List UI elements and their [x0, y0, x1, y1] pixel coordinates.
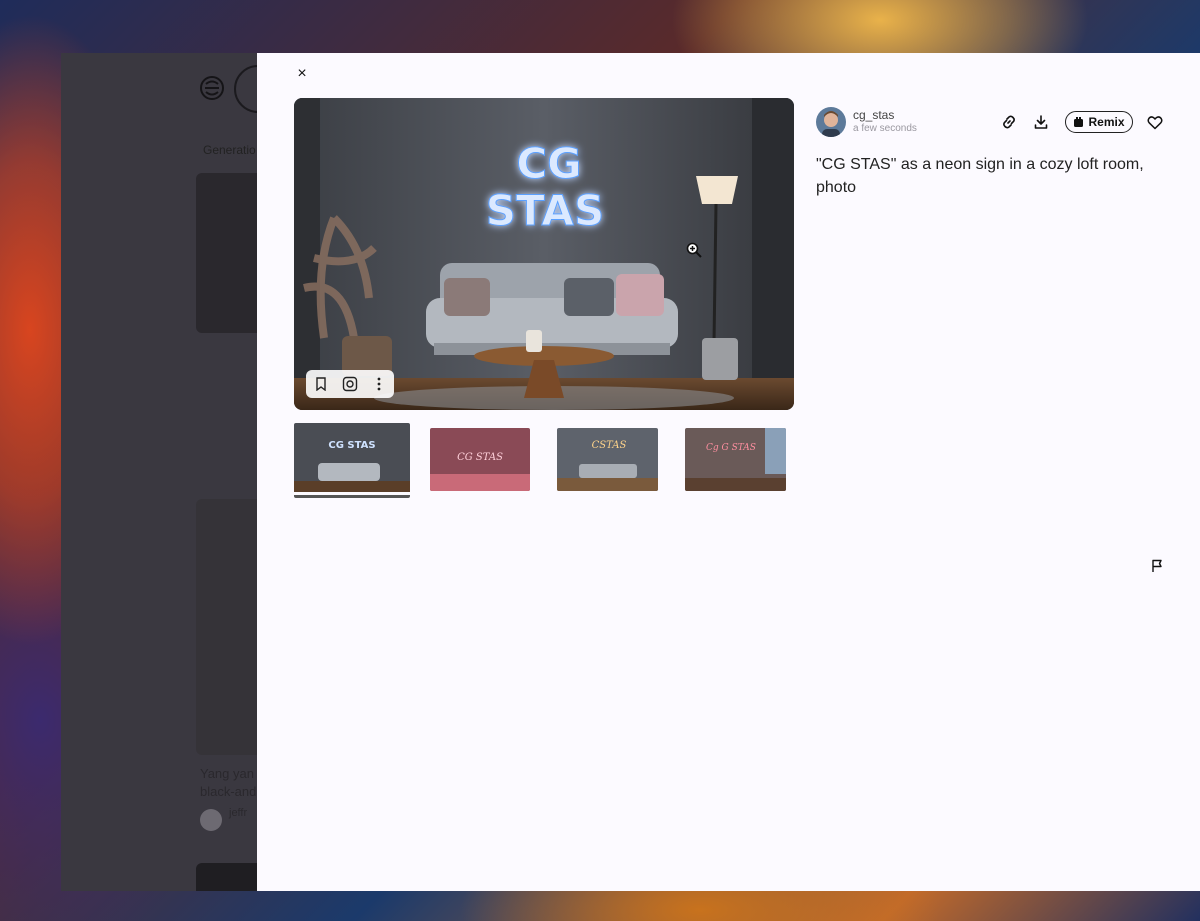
thumbnail-2-text: CG STAS — [457, 452, 503, 463]
thumbnail-3-text: CSTAS — [592, 440, 627, 451]
download-icon — [1034, 115, 1048, 129]
thumbnail-1-text: CG STAS — [328, 440, 375, 451]
image-toolbar — [306, 370, 394, 398]
zoom-in-icon — [686, 242, 702, 258]
more-options-button[interactable] — [369, 374, 389, 394]
thumbnail-1[interactable]: CG STAS — [294, 423, 410, 498]
app-logo-icon — [197, 73, 227, 103]
neon-sign-line2: STAS — [486, 186, 604, 235]
bg-card-username: jeffr — [229, 807, 248, 819]
bookmark-icon — [315, 377, 326, 391]
like-button[interactable] — [1145, 112, 1165, 132]
copy-link-button[interactable] — [999, 112, 1019, 132]
heart-icon — [1147, 115, 1163, 129]
image-search-button[interactable] — [340, 374, 360, 394]
prompt-text: "CG STAS" as a neon sign in a cozy loft … — [816, 156, 1144, 196]
thumbnail-2[interactable]: CG STAS — [430, 428, 530, 491]
bg-tab-generations: Generatio — [203, 143, 256, 157]
bookmark-button[interactable] — [311, 374, 331, 394]
camera-search-icon — [342, 376, 358, 392]
remix-label: Remix — [1088, 115, 1125, 129]
more-vertical-icon — [377, 377, 381, 391]
close-icon: × — [297, 65, 307, 82]
download-button[interactable] — [1031, 112, 1051, 132]
thumbnail-4[interactable]: Cg G STAS — [685, 428, 786, 491]
image-detail-modal: × CG STAS CG STAS CG STAS CSTAS Cg G STA… — [257, 53, 1200, 891]
author-avatar[interactable] — [816, 107, 846, 137]
report-button[interactable] — [1147, 556, 1167, 576]
post-timestamp: a few seconds — [853, 123, 917, 134]
neon-sign-line1: CG — [516, 139, 581, 188]
flag-icon — [1152, 559, 1162, 572]
main-image[interactable]: CG STAS — [294, 98, 794, 410]
close-button[interactable]: × — [293, 65, 311, 83]
thumbnail-3[interactable]: CSTAS — [557, 428, 658, 491]
bg-user-avatar — [200, 809, 222, 831]
link-icon — [1003, 115, 1015, 129]
author-name[interactable]: cg_stas — [853, 108, 894, 122]
thumbnail-4-text: Cg G STAS — [706, 443, 756, 453]
remix-icon — [1074, 116, 1084, 127]
remix-button[interactable]: Remix — [1065, 111, 1133, 133]
